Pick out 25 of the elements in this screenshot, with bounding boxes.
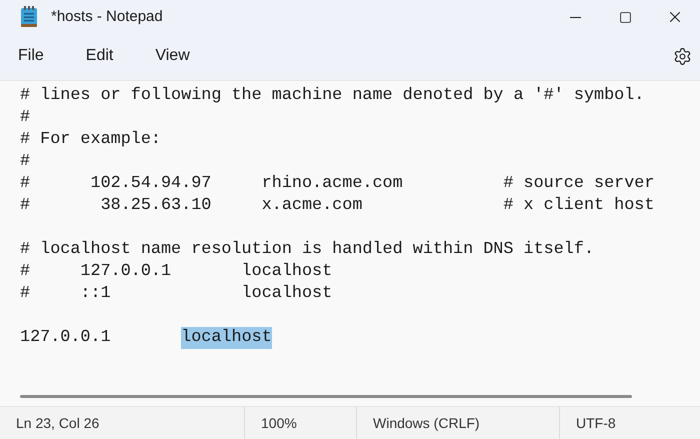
text-line: # lines or following the machine name denoted by a '#' symbol.	[20, 85, 644, 107]
menu-item[interactable]: File	[8, 40, 54, 72]
minimize-icon	[570, 16, 580, 18]
window-title: *hosts - Notepad	[51, 6, 163, 27]
menu-item[interactable]: View	[145, 40, 200, 72]
selected-text: localhost	[181, 327, 272, 349]
status-text: 100%	[261, 414, 297, 432]
text-line: # For example:	[20, 129, 161, 151]
status-text: Windows (CRLF)	[373, 414, 480, 433]
horizontal-scrollbar[interactable]	[20, 395, 632, 398]
text-line: 127.0.0.1	[20, 327, 112, 349]
text-line: # ::1 localhost	[20, 283, 332, 305]
status-text: Ln 23, Col 26	[16, 414, 100, 432]
text-line: #	[20, 151, 30, 173]
settings-icon	[673, 46, 692, 66]
text-line: # 102.54.94.97 rhino.acme.com # source server	[20, 173, 654, 195]
text-line: # 38.25.63.10 x.acme.com # x client host	[20, 195, 654, 217]
status-text: UTF-8	[576, 414, 616, 432]
text-line: #	[20, 107, 30, 129]
text-line: # localhost name resolution is handled within DNS itself.	[20, 239, 594, 261]
menu-item[interactable]: Edit	[76, 40, 124, 72]
text-editor[interactable]	[0, 80, 700, 406]
text-line: # 127.0.0.1 localhost	[20, 261, 332, 283]
maximize-icon	[618, 10, 632, 24]
notepad-icon	[20, 6, 38, 28]
